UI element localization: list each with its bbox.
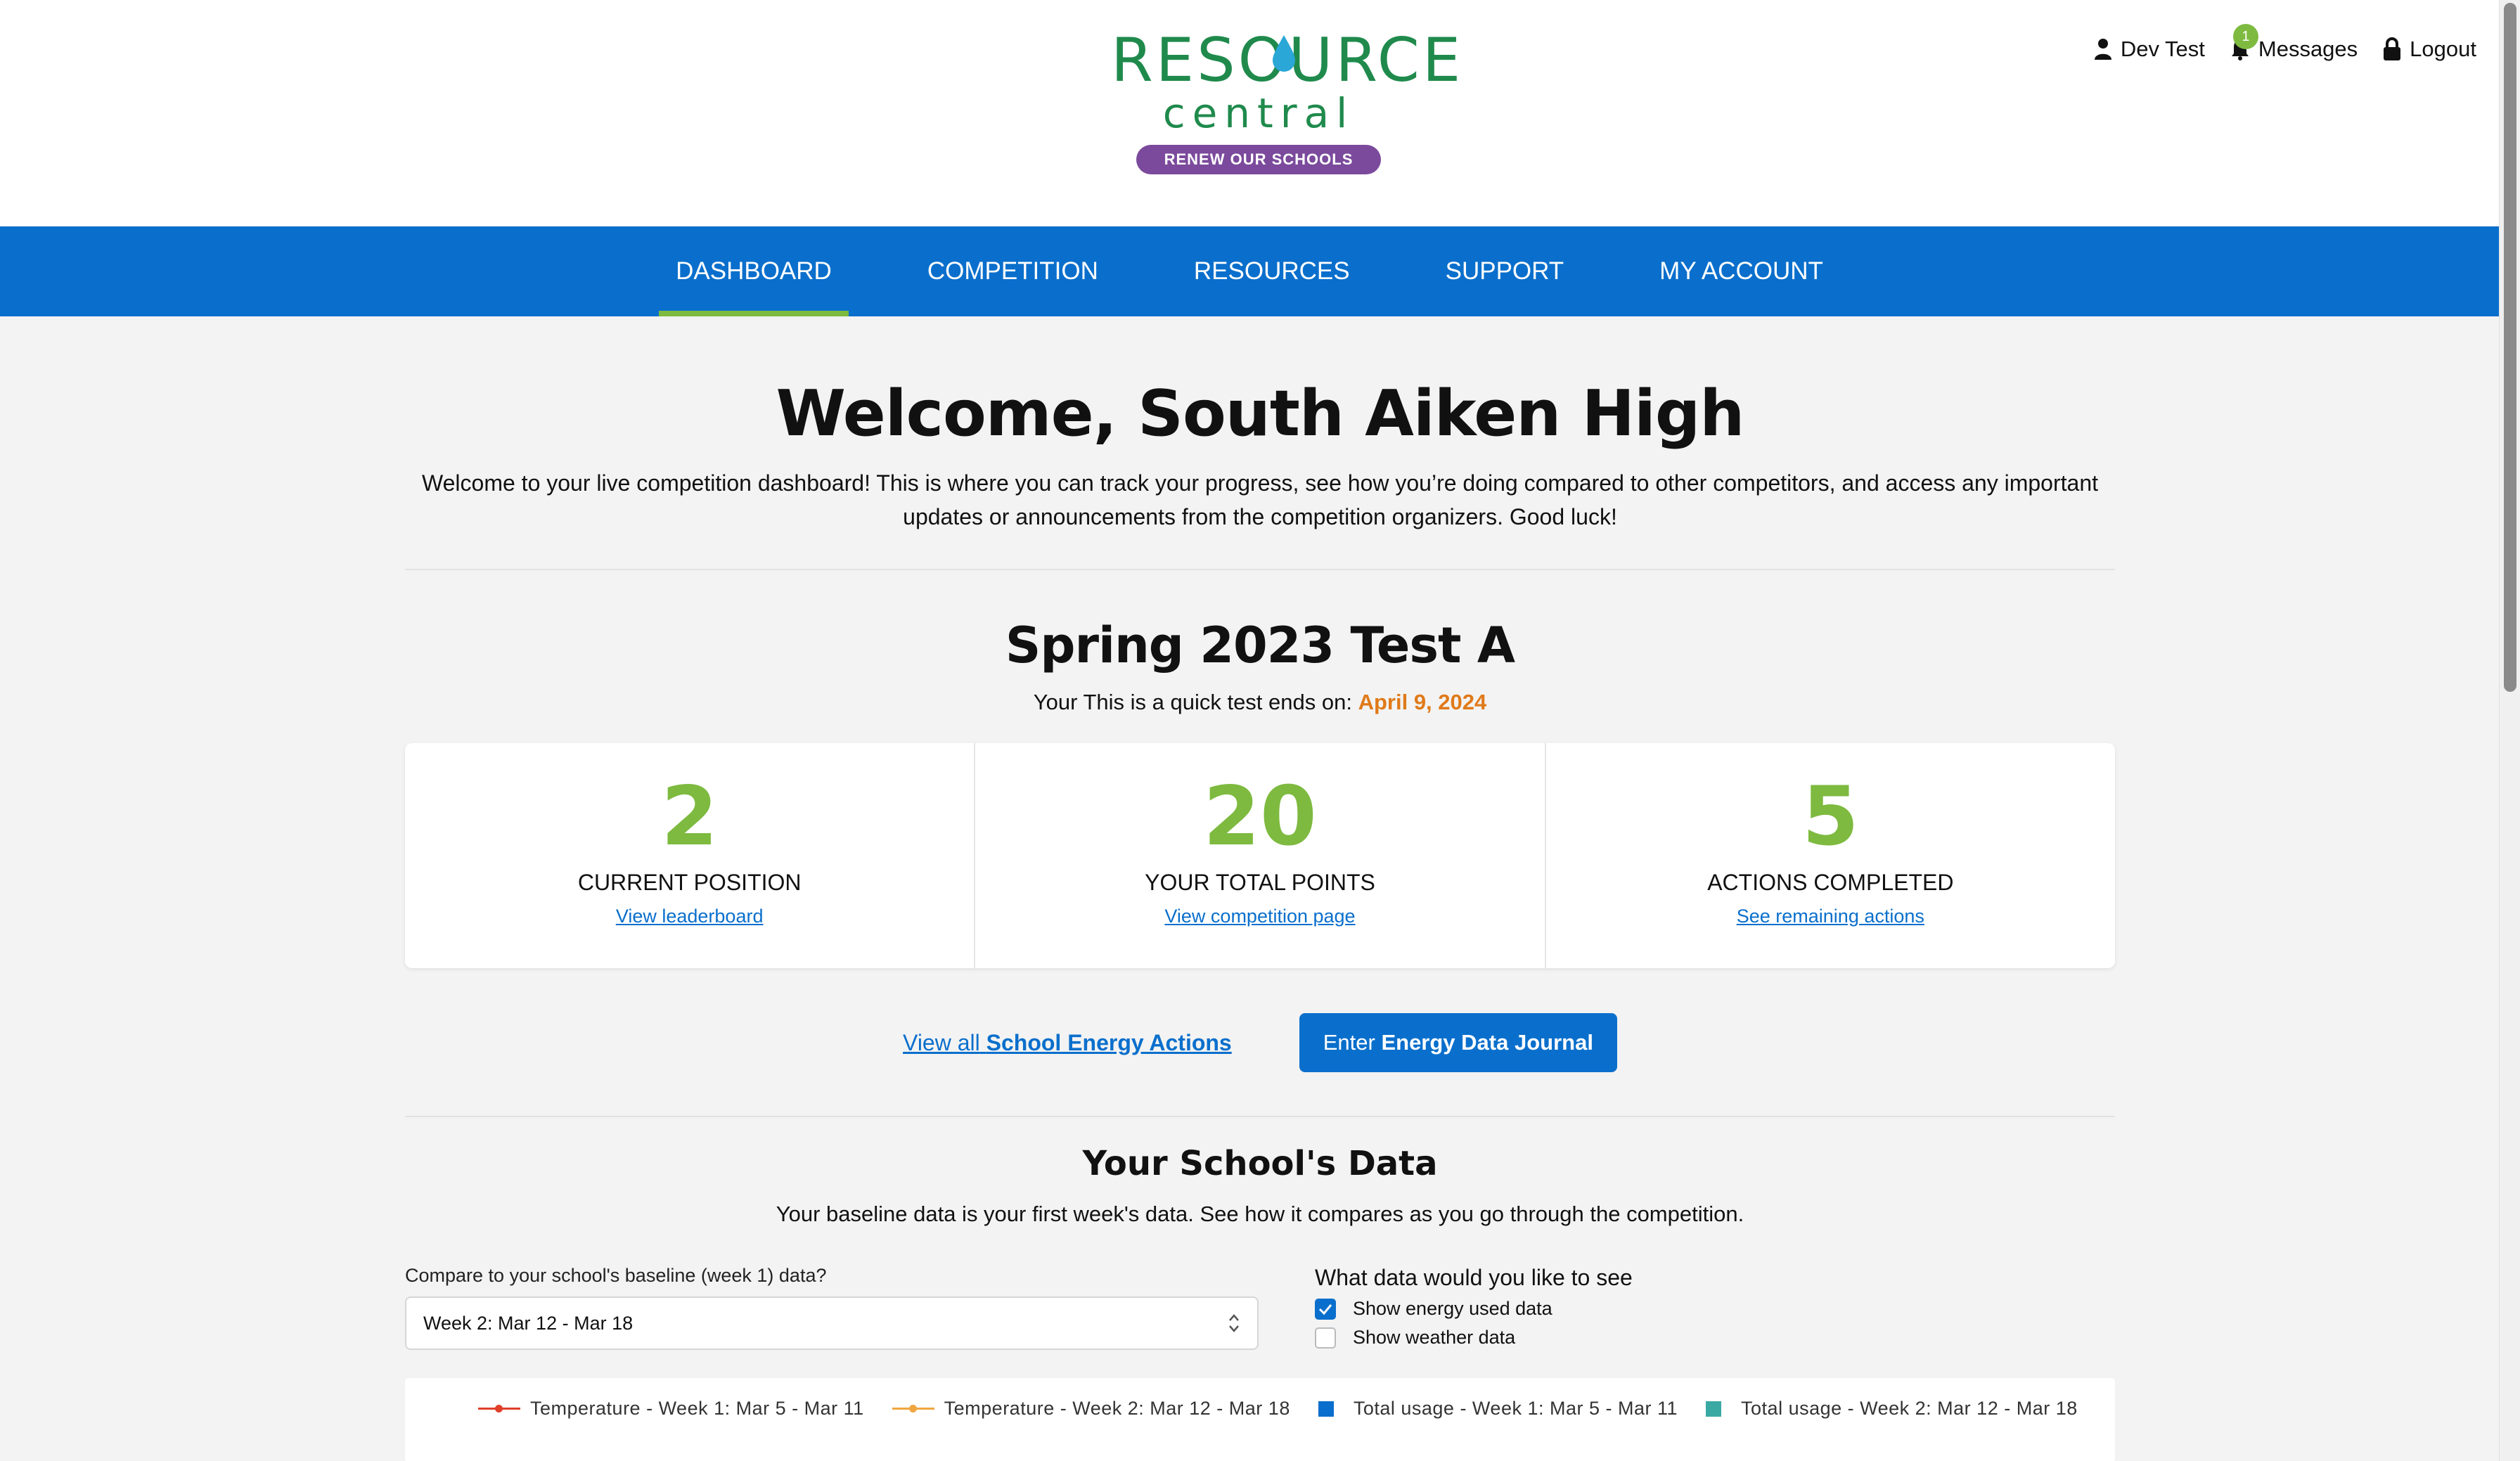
school-data-title: Your School's Data [1082,1144,1438,1183]
stat-label: YOUR TOTAL POINTS [1145,870,1375,895]
actions-row: View all School Energy Actions Enter Ene… [405,1013,2115,1072]
legend-label: Temperature - Week 1: Mar 5 - Mar 11 [530,1398,864,1419]
resource-central-logo[interactable]: RESOURCE central RENEW OUR SCHOOLS [1111,28,1460,190]
stat-value: 2 [661,769,719,864]
legend-temperature-week2[interactable]: Temperature - Week 2: Mar 12 - Mar 18 [892,1398,1290,1420]
weather-checkbox-label: Show weather data [1353,1327,1516,1348]
energy-checkbox-label: Show energy used data [1353,1298,1552,1319]
main-nav: DASHBOARD COMPETITION RESOURCES SUPPORT … [0,226,2499,316]
logout-label: Logout [2410,37,2476,61]
logo-word-central: central [1162,89,1355,137]
legend-temperature-week1[interactable]: Temperature - Week 1: Mar 5 - Mar 11 [478,1398,864,1420]
legend-line-marker [478,1405,520,1412]
weather-checkbox-row[interactable]: Show weather data [1315,1327,1633,1349]
enter-bold: Energy Data Journal [1381,1030,1593,1055]
baseline-compare-control: Compare to your school's baseline (week … [405,1265,1259,1350]
enter-energy-data-journal-button[interactable]: Enter Energy Data Journal [1299,1013,1617,1072]
view-competition-page-link[interactable]: View competition page [1164,906,1355,927]
competition-stats-card: 2 CURRENT POSITION View leaderboard 20 Y… [405,743,2115,968]
stat-total-points: 20 YOUR TOTAL POINTS View competition pa… [975,743,1546,968]
divider [405,1116,2115,1117]
chart-legend-panel: Temperature - Week 1: Mar 5 - Mar 11 Tem… [405,1378,2115,1461]
energy-checkbox[interactable] [1315,1298,1336,1320]
user-menu: Dev Test 1 Messages Logout [2069,24,2476,62]
nav-my-account[interactable]: MY ACCOUNT [1642,226,1840,316]
data-controls: Compare to your school's baseline (week … [405,1265,2115,1350]
weather-checkbox[interactable] [1315,1327,1336,1349]
user-icon [2094,39,2111,60]
user-profile-link[interactable]: Dev Test [2094,37,2205,62]
competition-end-date: April 9, 2024 [1358,690,1487,714]
nav-resources[interactable]: RESOURCES [1177,226,1367,316]
logo-word-resource: RESOURCE [1111,28,1460,93]
nav-dashboard[interactable]: DASHBOARD [659,226,849,316]
site-header: RESOURCE central RENEW OUR SCHOOLS Dev T… [0,0,2499,226]
logout-link[interactable]: Logout [2383,37,2476,62]
stat-value: 5 [1801,769,1859,864]
view-leaderboard-link[interactable]: View leaderboard [616,906,764,927]
legend-square-marker [1706,1401,1722,1417]
competition-end-prefix: Your This is a quick test ends on: [1033,690,1352,714]
messages-link[interactable]: 1 Messages [2230,24,2358,62]
checkmark-icon [1318,1304,1332,1315]
legend-label: Total usage - Week 1: Mar 5 - Mar 11 [1353,1398,1678,1419]
school-data-subtitle: Your baseline data is your first week's … [776,1202,1744,1226]
week-compare-select[interactable]: Week 2: Mar 12 - Mar 18 [405,1296,1259,1350]
messages-count-badge: 1 [2232,24,2258,49]
view-all-energy-actions-link[interactable]: View all School Energy Actions [903,1030,1232,1056]
stat-label: CURRENT POSITION [577,870,802,895]
stat-actions-completed: 5 ACTIONS COMPLETED See remaining action… [1546,743,2115,968]
scrollbar-thumb[interactable] [2504,3,2516,692]
lock-icon [2384,37,2401,60]
water-drop-icon [1273,35,1295,72]
see-remaining-actions-link[interactable]: See remaining actions [1737,906,1924,927]
data-type-question: What data would you like to see [1315,1265,1633,1290]
competition-title: Spring 2023 Test A [1005,617,1515,674]
energy-checkbox-row[interactable]: Show energy used data [1315,1298,1633,1320]
data-type-control: What data would you like to see Show ene… [1315,1265,1633,1350]
dashboard-content: Welcome, South Aiken High Welcome to you… [405,316,2115,1461]
legend-label: Temperature - Week 2: Mar 12 - Mar 18 [944,1398,1290,1419]
stat-label: ACTIONS COMPLETED [1707,870,1954,895]
select-arrows-icon [1229,1314,1239,1332]
legend-square-marker [1318,1401,1334,1417]
competition-end-info: Your This is a quick test ends on: April… [405,690,2115,715]
view-all-prefix: View all [903,1029,980,1055]
legend-line-marker [892,1405,934,1412]
welcome-title: Welcome, South Aiken High [776,377,1745,451]
legend-usage-week2[interactable]: Total usage - Week 2: Mar 12 - Mar 18 [1706,1398,2078,1420]
stat-value: 20 [1203,769,1317,864]
messages-label: Messages [2258,37,2358,61]
stat-current-position: 2 CURRENT POSITION View leaderboard [405,743,976,968]
nav-competition[interactable]: COMPETITION [911,226,1115,316]
enter-prefix: Enter [1323,1030,1375,1055]
user-name: Dev Test [2120,37,2205,61]
welcome-text: Welcome to your live competition dashboa… [422,470,2098,529]
compare-label: Compare to your school's baseline (week … [405,1265,827,1286]
week-compare-selected: Week 2: Mar 12 - Mar 18 [423,1312,634,1334]
view-all-bold: School Energy Actions [986,1029,1232,1055]
nav-support[interactable]: SUPPORT [1429,226,1581,316]
page-scrollbar[interactable] [2499,0,2520,1461]
logo-badge: RENEW OUR SCHOOLS [1136,145,1382,174]
legend-label: Total usage - Week 2: Mar 12 - Mar 18 [1741,1398,2078,1419]
divider [405,569,2115,570]
legend-usage-week1[interactable]: Total usage - Week 1: Mar 5 - Mar 11 [1318,1398,1678,1420]
